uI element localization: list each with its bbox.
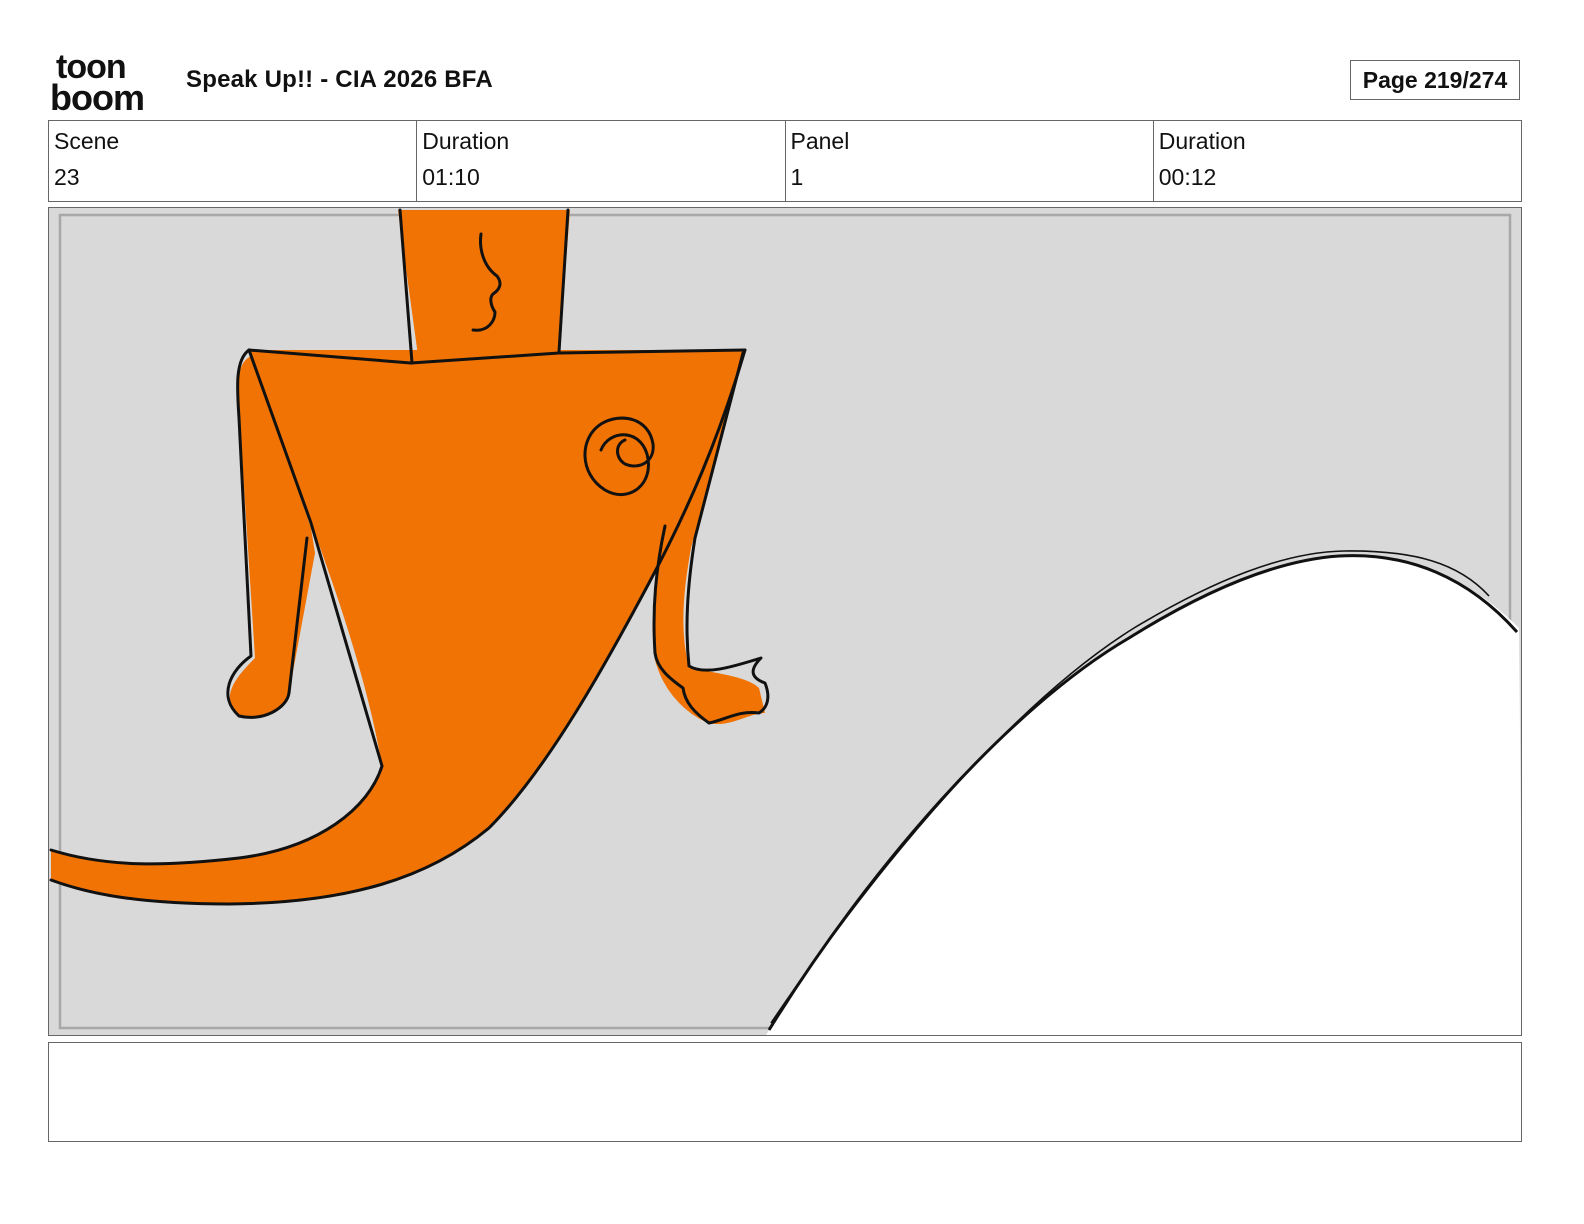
page-label: Page 219/274 (1362, 66, 1508, 93)
toon-boom-logo: toon boom (50, 50, 145, 114)
panel-duration-value: 00:12 (1158, 164, 1217, 190)
panel-duration-label: Duration (1158, 128, 1246, 154)
scene-duration-label: Duration (422, 128, 510, 154)
logo-text-bottom: boom (50, 77, 144, 114)
panel-cell: Panel 1 (786, 121, 1154, 201)
scene-info-table: Scene 23 Duration 01:10 Panel 1 Duration… (48, 120, 1522, 202)
scene-cell: Scene 23 (49, 121, 418, 201)
scene-duration-cell: Duration 01:10 (417, 121, 786, 201)
page-indicator: Page 219/274 (1350, 60, 1520, 100)
storyboard-panel (48, 207, 1522, 1036)
panel-drawing (49, 208, 1521, 1035)
character-neck (398, 210, 570, 363)
scene-label: Scene (54, 128, 120, 154)
project-title: Speak Up!! - CIA 2026 BFA (186, 66, 493, 93)
panel-duration-cell: Duration 00:12 (1154, 121, 1521, 201)
panel-notes[interactable] (48, 1042, 1522, 1142)
panel-label: Panel (790, 128, 850, 154)
scene-duration-value: 01:10 (422, 164, 480, 190)
scene-value: 23 (54, 164, 80, 190)
panel-value: 1 (790, 164, 804, 190)
